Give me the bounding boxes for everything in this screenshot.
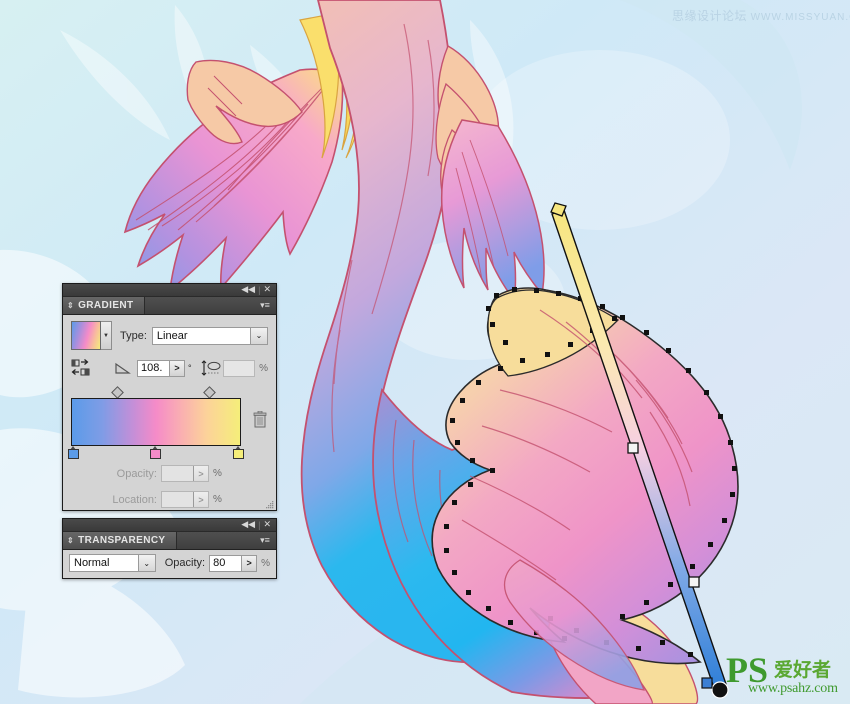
- tab-row-filler: [177, 532, 254, 549]
- blend-mode-select[interactable]: Normal ⌄: [69, 554, 156, 572]
- gradient-location-field[interactable]: >: [161, 491, 209, 508]
- chevron-down-icon[interactable]: ⌄: [250, 327, 267, 344]
- tab-transparency[interactable]: ⇕ TRANSPARENCY: [63, 532, 177, 549]
- transparency-panel-body: Normal ⌄ Opacity: 80 > %: [63, 550, 276, 578]
- gradient-angle-row: 108. > ° %: [71, 359, 268, 377]
- stop-color-chip: [233, 449, 244, 459]
- aspect-ratio-icon: [201, 360, 223, 376]
- tab-row-filler: [145, 297, 254, 314]
- gradient-location-value: [162, 492, 193, 507]
- illustrator-window: 思缘设计论坛 WWW.MISSYUAN.COM PS 爱好者 www.psahz…: [0, 0, 850, 704]
- gradient-aspect-ratio-field[interactable]: [222, 359, 256, 377]
- gradient-location-row: Location: > %: [71, 491, 268, 508]
- chevron-down-icon[interactable]: ⌄: [137, 555, 155, 571]
- gradient-opacity-unit: %: [213, 468, 222, 479]
- gradient-preview-swatch[interactable]: [71, 321, 101, 350]
- gradient-location-unit: %: [213, 494, 222, 505]
- gradient-type-row: ▼ Type: Linear ⌄: [71, 321, 268, 350]
- gradient-type-select[interactable]: Linear ⌄: [151, 326, 268, 345]
- gradient-panel-body: ▼ Type: Linear ⌄ 108. > ° % Opacity: > %…: [63, 315, 276, 510]
- angle-icon: [115, 361, 131, 375]
- reverse-gradient-icon[interactable]: [71, 359, 91, 377]
- gradient-panel-topbar: ◀◀ | ✕: [63, 284, 276, 297]
- transparency-panel[interactable]: ◀◀ | ✕ ⇕ TRANSPARENCY ▾≡ Normal ⌄ Opacit…: [62, 518, 277, 579]
- gradient-type-value: Linear: [156, 329, 188, 342]
- collapse-icon[interactable]: ◀◀: [239, 285, 257, 295]
- transparency-tab-row: ⇕ TRANSPARENCY ▾≡: [63, 532, 276, 550]
- annotator-stop-2: [688, 576, 700, 588]
- gradient-presets-chevron-icon[interactable]: ▼: [101, 321, 112, 350]
- close-icon[interactable]: ✕: [261, 520, 273, 530]
- gradient-opacity-label: Opacity:: [116, 467, 157, 480]
- gradient-tab-row: ⇕ GRADIENT ▾≡: [63, 297, 276, 315]
- degree-symbol: °: [188, 363, 192, 373]
- collapse-icon[interactable]: ◀◀: [239, 520, 257, 530]
- gradient-location-label: Location:: [112, 493, 157, 506]
- panel-resize-grip[interactable]: [265, 500, 274, 509]
- stop-color-chip: [150, 449, 161, 459]
- aspect-ratio-unit: %: [259, 362, 268, 374]
- gradient-stop-2[interactable]: [233, 446, 244, 459]
- panel-menu-icon[interactable]: ▾≡: [254, 532, 276, 549]
- transparency-opacity-unit: %: [261, 557, 270, 569]
- opacity-stepper-icon[interactable]: >: [193, 466, 208, 481]
- gradient-angle-value: 108.: [141, 362, 163, 374]
- gradient-midpoint-1[interactable]: [111, 386, 124, 399]
- trash-icon[interactable]: [253, 410, 267, 428]
- transparency-opacity-field[interactable]: 80 >: [209, 554, 258, 572]
- panel-grip-icon: ⇕: [67, 536, 75, 545]
- gradient-angle-field[interactable]: 108. >: [137, 359, 185, 377]
- stop-color-chip: [68, 449, 79, 459]
- gradient-swatch-group[interactable]: ▼: [71, 321, 112, 350]
- gradient-opacity-row: Opacity: > %: [71, 465, 268, 482]
- gradient-stop-properties: Opacity: > % Location: > %: [71, 465, 268, 508]
- angle-stepper-icon[interactable]: >: [169, 360, 184, 376]
- gradient-slider[interactable]: [68, 386, 268, 459]
- tab-gradient-label: GRADIENT: [78, 300, 134, 311]
- panel-menu-icon[interactable]: ▾≡: [254, 297, 276, 314]
- type-label: Type:: [120, 329, 147, 342]
- gradient-stop-1[interactable]: [150, 446, 161, 459]
- annotator-stop-1: [627, 442, 639, 454]
- gradient-origin-handle: [711, 681, 729, 699]
- close-icon[interactable]: ✕: [261, 285, 273, 295]
- annotator-origin-square: [701, 677, 713, 689]
- transparency-panel-topbar: ◀◀ | ✕: [63, 519, 276, 532]
- gradient-stop-0[interactable]: [68, 446, 79, 459]
- blend-mode-value: Normal: [74, 557, 110, 569]
- opacity-stepper-icon[interactable]: >: [241, 555, 257, 571]
- transparency-opacity-label: Opacity:: [164, 557, 206, 569]
- gradient-opacity-value: [162, 466, 193, 481]
- transparency-opacity-value: 80: [213, 557, 226, 569]
- transparency-controls-row: Normal ⌄ Opacity: 80 > %: [69, 554, 270, 572]
- gradient-ramp[interactable]: [71, 398, 241, 446]
- gradient-panel[interactable]: ◀◀ | ✕ ⇕ GRADIENT ▾≡ ▼ Type: Linear ⌄ 10…: [62, 283, 277, 511]
- location-stepper-icon[interactable]: >: [193, 492, 208, 507]
- tab-gradient[interactable]: ⇕ GRADIENT: [63, 297, 145, 314]
- tab-transparency-label: TRANSPARENCY: [78, 535, 166, 546]
- panel-grip-icon: ⇕: [67, 301, 75, 310]
- gradient-opacity-field[interactable]: >: [161, 465, 209, 482]
- gradient-midpoint-2[interactable]: [203, 386, 216, 399]
